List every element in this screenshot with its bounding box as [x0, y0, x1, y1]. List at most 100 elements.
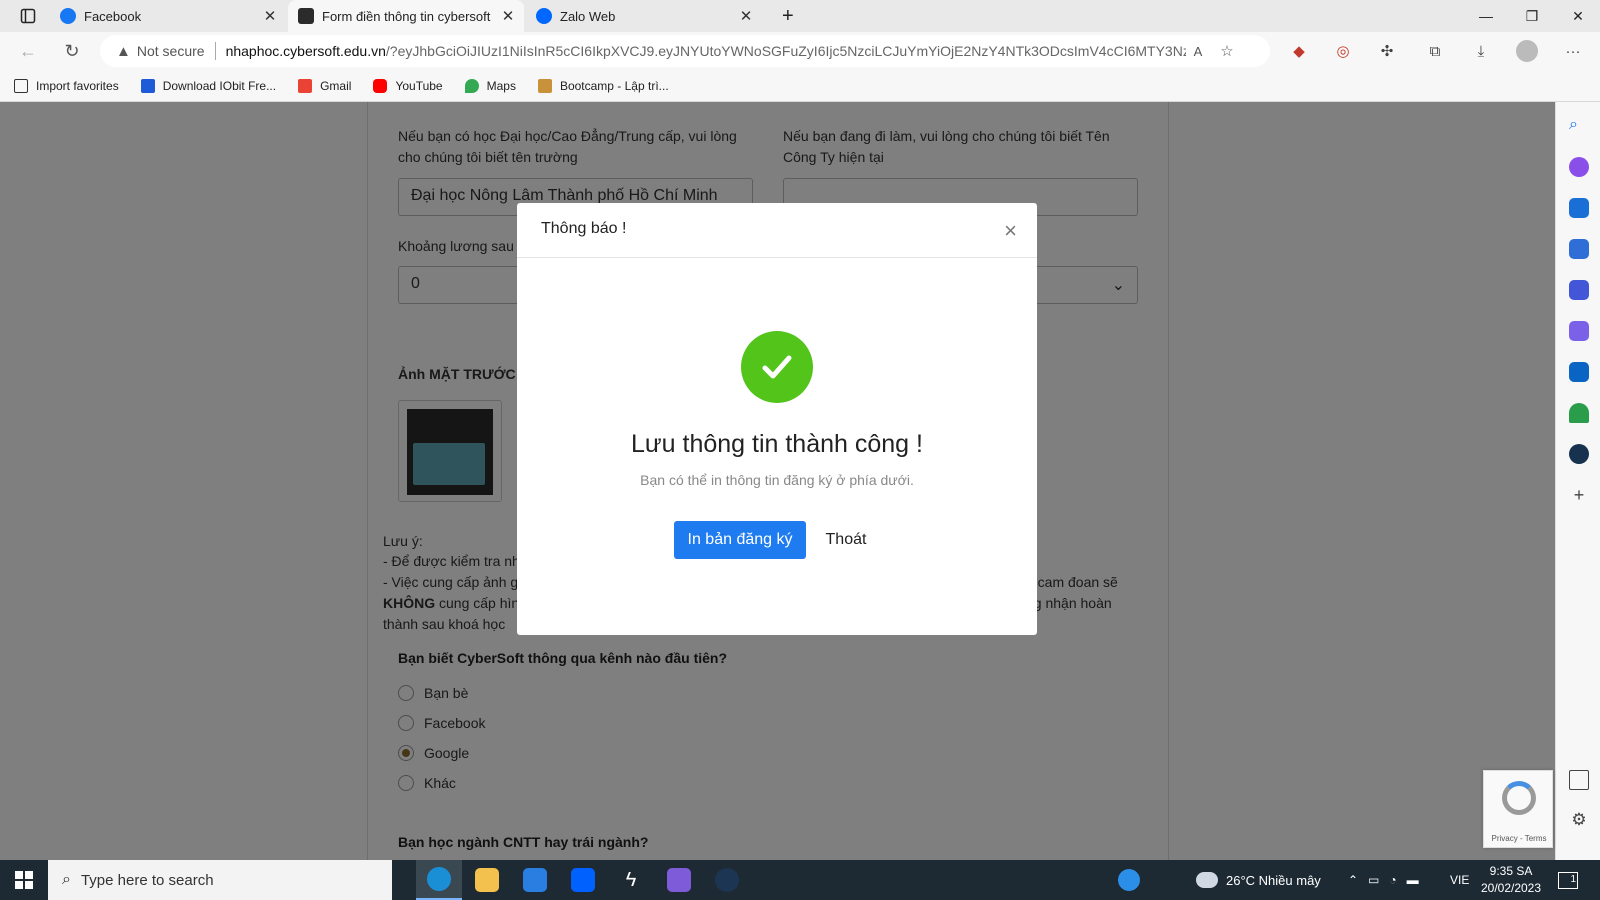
tools-icon[interactable]: [1569, 239, 1589, 259]
tab-cybersoft-form[interactable]: Form điền thông tin cybersoft ✕: [288, 0, 524, 32]
print-registration-button[interactable]: In bản đăng ký: [674, 521, 806, 559]
close-window-button[interactable]: ✕: [1555, 0, 1600, 32]
tab-zalo[interactable]: Zalo Web ✕: [526, 0, 762, 32]
tree-icon[interactable]: [1569, 403, 1589, 423]
import-icon: [14, 78, 28, 93]
tab-title: Facebook: [84, 8, 142, 24]
edge-sidebar: ⌕ + ⚙: [1555, 102, 1600, 860]
success-subtitle: Bạn có thể in thông tin đăng ký ở phía d…: [640, 472, 914, 488]
help-icon[interactable]: [1118, 860, 1140, 900]
weather-text: 26°C Nhiều mây: [1226, 872, 1321, 888]
favorite-star-icon[interactable]: ☆: [1220, 42, 1233, 60]
new-tab-button[interactable]: +: [772, 0, 802, 32]
bookmarks-bar: Import favorites Download IObit Fre... G…: [0, 70, 1600, 102]
settings-gear-icon[interactable]: ⚙: [1569, 810, 1589, 830]
gmail-icon: [298, 78, 313, 93]
taskbar-search[interactable]: ⌕ Type here to search: [48, 860, 392, 900]
bookmark-maps[interactable]: Maps: [464, 78, 516, 93]
divider: [214, 42, 216, 60]
recaptcha-logo-icon: [1502, 781, 1536, 815]
success-dialog: Thông báo ! × Lưu thông tin thành công !…: [517, 203, 1037, 635]
minimize-button[interactable]: —: [1463, 0, 1509, 32]
success-check-icon: [741, 331, 813, 403]
shopping-icon[interactable]: [1569, 198, 1589, 218]
notification-center[interactable]: 1: [1558, 860, 1578, 900]
folder-icon: [475, 868, 499, 892]
bookmark-youtube[interactable]: YouTube: [373, 78, 443, 93]
recaptcha-badge[interactable]: Privacy - Terms: [1483, 770, 1553, 848]
downloads-icon[interactable]: ⤓: [1470, 40, 1492, 62]
close-tab-icon[interactable]: ✕: [736, 7, 756, 25]
search-icon[interactable]: ⌕: [1569, 116, 1589, 136]
outlook-icon[interactable]: [1569, 362, 1589, 382]
dialog-title: Thông báo !: [541, 220, 627, 237]
url-host: nhaphoc.cybersoft.edu.vn: [225, 43, 386, 59]
bookmark-label: Import favorites: [36, 78, 119, 93]
search-icon: ⌕: [62, 871, 71, 888]
taskbar-steam[interactable]: [704, 860, 750, 900]
address-bar[interactable]: ▲ Not secure nhaphoc.cybersoft.edu.vn/?e…: [100, 35, 1270, 67]
taskbar-file-explorer[interactable]: [464, 860, 510, 900]
taskbar-edge[interactable]: [416, 860, 462, 900]
taskbar-app[interactable]: ϟ: [608, 860, 654, 900]
hide-sidebar-icon[interactable]: [1569, 770, 1589, 790]
url-text[interactable]: nhaphoc.cybersoft.edu.vn/?eyJhbGciOiJIUz…: [226, 43, 1186, 59]
bookmark-label: Gmail: [320, 78, 352, 93]
start-button[interactable]: [0, 860, 48, 900]
visual-studio-icon: [667, 868, 691, 892]
back-button[interactable]: ←: [14, 37, 42, 65]
zalo-icon: [536, 8, 552, 24]
close-tab-icon[interactable]: ✕: [260, 7, 280, 25]
security-label[interactable]: Not secure: [137, 43, 205, 59]
read-aloud-icon[interactable]: A: [1194, 44, 1203, 59]
language-indicator[interactable]: VIE: [1450, 860, 1469, 900]
extension-icon[interactable]: ◆: [1288, 40, 1310, 62]
taskbar-mail[interactable]: [512, 860, 558, 900]
bookmark-import-favorites[interactable]: Import favorites: [14, 78, 119, 93]
restore-button[interactable]: ❐: [1509, 0, 1555, 32]
clock-time: 9:35 SA: [1489, 864, 1533, 878]
tab-actions-menu[interactable]: [10, 4, 50, 28]
steam-icon[interactable]: [1569, 444, 1589, 464]
taskbar-visual-studio[interactable]: [656, 860, 702, 900]
games-icon[interactable]: [1569, 280, 1589, 300]
youtube-icon: [373, 78, 388, 93]
close-tab-icon[interactable]: ✕: [498, 7, 518, 25]
reload-button[interactable]: ↻: [58, 37, 86, 65]
weather-widget[interactable]: 26°C Nhiều mây: [1196, 860, 1321, 900]
screenshot-icon[interactable]: ◎: [1332, 40, 1354, 62]
browser-toolbar: ← ↻ ▲ Not secure nhaphoc.cybersoft.edu.v…: [0, 32, 1600, 70]
cloud-icon: [1196, 872, 1218, 888]
edge-icon: [427, 867, 451, 891]
bookmark-iobit[interactable]: Download IObit Fre...: [140, 78, 277, 93]
copilot-icon[interactable]: [1569, 157, 1589, 177]
profile-avatar[interactable]: [1516, 40, 1538, 62]
office-icon[interactable]: [1569, 321, 1589, 341]
plus-icon: +: [782, 4, 794, 27]
exit-button[interactable]: Thoát: [815, 521, 877, 559]
bookmark-label: Download IObit Fre...: [162, 78, 277, 93]
lightning-icon: ϟ: [625, 869, 637, 891]
maps-icon: [464, 78, 479, 93]
mail-icon: [523, 868, 547, 892]
url-path: /?eyJhbGciOiJIUzI1NiIsInR5cCI6IkpXVCJ9.e…: [385, 43, 1186, 59]
browser-tab-bar: Facebook ✕ Form điền thông tin cybersoft…: [0, 0, 1600, 32]
dialog-header: Thông báo ! ×: [517, 203, 1037, 258]
bookmark-gmail[interactable]: Gmail: [298, 78, 352, 93]
bookmark-label: Maps: [486, 78, 516, 93]
close-icon[interactable]: ×: [1004, 220, 1017, 242]
add-icon[interactable]: +: [1569, 485, 1589, 505]
taskbar-dropbox[interactable]: [560, 860, 606, 900]
collections-icon[interactable]: ⧉: [1424, 40, 1446, 62]
tab-list-icon: [20, 8, 36, 24]
warning-icon: ▲: [116, 42, 131, 60]
tab-facebook[interactable]: Facebook ✕: [50, 0, 286, 32]
extensions-puzzle-icon[interactable]: ✣: [1376, 40, 1398, 62]
recaptcha-text[interactable]: Privacy - Terms: [1484, 834, 1554, 843]
system-tray-icons[interactable]: ⌃ ▭ ◔ ▬: [1348, 860, 1419, 900]
iobit-icon: [140, 78, 155, 93]
tab-title: Form điền thông tin cybersoft: [322, 8, 491, 24]
clock[interactable]: 9:35 SA 20/02/2023: [1478, 860, 1544, 900]
more-menu-icon[interactable]: ···: [1562, 40, 1584, 62]
bookmark-bootcamp[interactable]: Bootcamp - Lập trì...: [537, 78, 669, 93]
